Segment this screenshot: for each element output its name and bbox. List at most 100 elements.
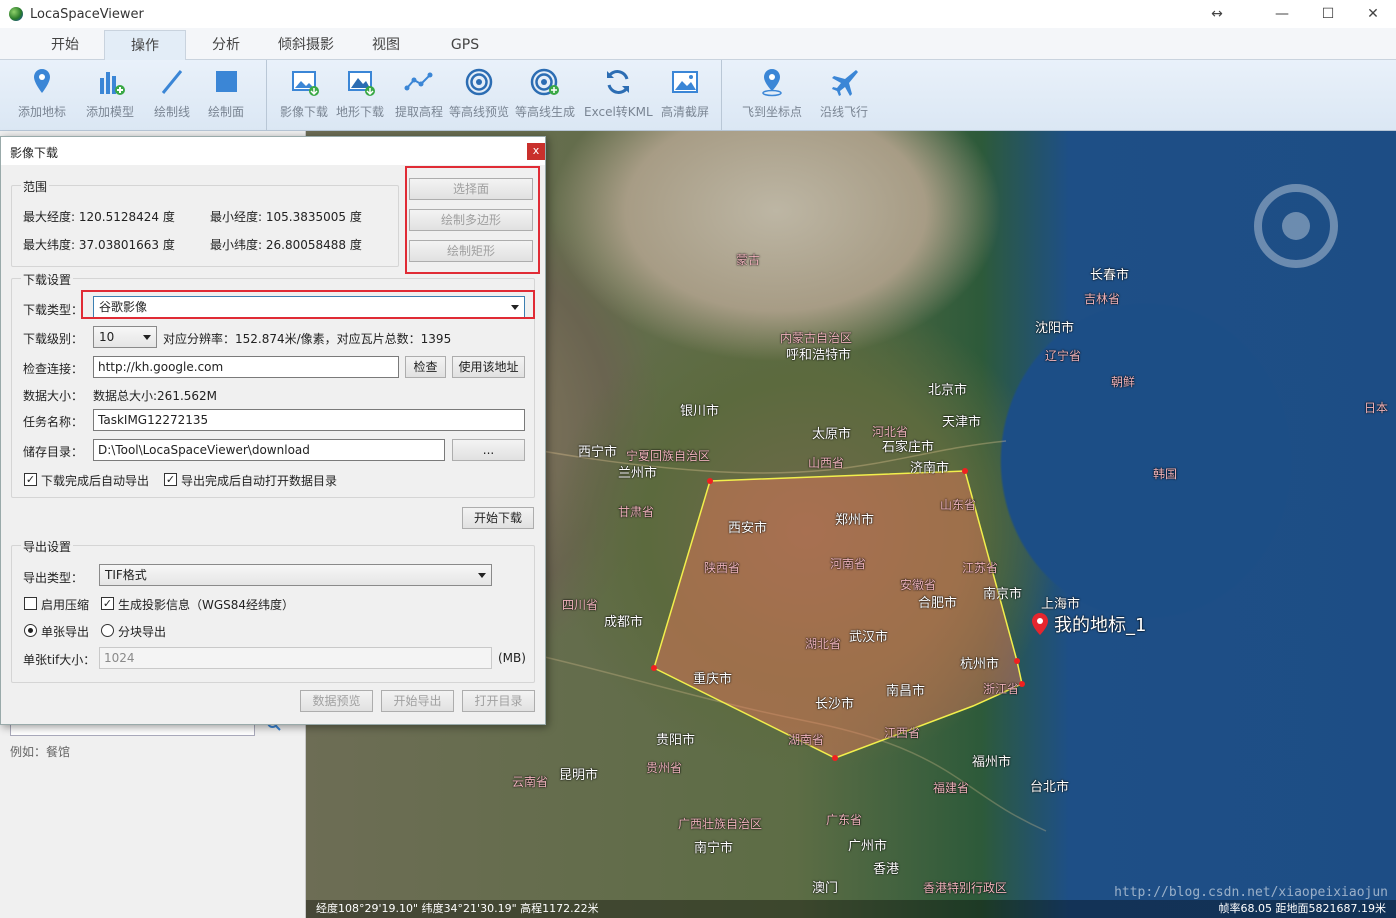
contour-preview-button[interactable]: 等高线预览	[449, 66, 509, 120]
map-city-label: 太原市	[812, 427, 852, 442]
map-province-label: 广西壮族自治区	[678, 817, 763, 831]
auto-open-checkbox[interactable]: ✓	[164, 473, 177, 486]
placemark-label[interactable]: 我的地标_1	[1054, 611, 1146, 637]
compress-checkbox[interactable]	[24, 597, 37, 610]
draw-polygon-button[interactable]: 绘制面	[208, 66, 244, 120]
min-longitude: 最小经度: 105.3835005 度	[210, 210, 362, 224]
map-city-label: 西宁市	[578, 445, 618, 460]
single-export-radio[interactable]	[24, 624, 37, 637]
terrain-download-button[interactable]: 地形下载	[336, 66, 384, 120]
dialog-title-bar: 影像下载 x	[1, 137, 545, 165]
map-city-label: 长春市	[1090, 268, 1130, 283]
map-province-label: 吉林省	[1084, 292, 1121, 306]
map-city-label: 银川市	[680, 404, 720, 419]
export-settings-legend: 导出设置	[21, 538, 74, 555]
ribbon-separator	[721, 60, 722, 130]
map-province-label: 云南省	[512, 775, 549, 789]
tif-size-field[interactable]: 1024	[99, 647, 492, 669]
map-province-label: 江西省	[884, 726, 921, 740]
check-button[interactable]: 检查	[405, 356, 446, 378]
tab-view[interactable]: 视图	[356, 30, 416, 60]
search-example-hint: 例如：餐馆	[10, 745, 71, 759]
ribbon-tabs: 开始 操作 分析 倾斜摄影 视图 GPS	[0, 28, 1396, 60]
extract-elevation-button[interactable]: 提取高程	[395, 66, 443, 120]
image-download-icon	[292, 71, 319, 96]
tab-gps[interactable]: GPS	[434, 30, 496, 60]
map-province-label: 朝鲜	[1111, 375, 1136, 389]
range-group	[11, 185, 399, 267]
hd-screenshot-button[interactable]: 高清截屏	[661, 66, 709, 120]
tiled-export-label: 分块导出	[118, 625, 167, 639]
map-province-label: 浙江省	[983, 682, 1020, 696]
tab-start[interactable]: 开始	[30, 30, 100, 60]
map-province-label: 贵州省	[646, 761, 683, 775]
refresh-icon	[607, 70, 630, 94]
browse-button[interactable]: ...	[452, 439, 525, 461]
maximize-button[interactable]: ☐	[1305, 0, 1351, 28]
hd-screenshot-label: 高清截屏	[661, 105, 710, 119]
open-directory-button[interactable]: 打开目录	[462, 690, 535, 712]
use-address-button[interactable]: 使用该地址	[452, 356, 525, 378]
map-status-bar: 经度108°29'19.10" 纬度34°21'30.19" 高程1172.22…	[306, 900, 1396, 918]
tab-oblique-photography[interactable]: 倾斜摄影	[266, 30, 346, 60]
server-url-field[interactable]: http://kh.google.com	[93, 356, 399, 378]
image-download-button[interactable]: 影像下载	[280, 66, 328, 120]
map-province-label: 陕西省	[704, 561, 741, 575]
map-city-label: 呼和浩特市	[786, 348, 852, 363]
map-city-label: 成都市	[604, 615, 644, 630]
start-download-button[interactable]: 开始下载	[462, 507, 534, 529]
map-province-label: 福建省	[933, 781, 970, 795]
map-province-label: 山西省	[808, 456, 845, 470]
fly-to-coordinate-button[interactable]: 飞到坐标点	[742, 66, 802, 120]
map-province-label: 湖南省	[788, 733, 825, 747]
contour-generate-label: 等高线生成	[515, 105, 576, 119]
map-city-label: 南京市	[983, 587, 1023, 602]
draw-line-button[interactable]: 绘制线	[154, 66, 190, 120]
map-city-label: 西安市	[728, 521, 768, 536]
max-latitude: 最大纬度: 37.03801663 度	[23, 238, 175, 252]
map-city-label: 台北市	[1030, 780, 1070, 795]
map-province-label: 安徽省	[900, 578, 937, 592]
image-download-dialog: 影像下载 x 范围 最大经度: 120.5128424 度 最小经度: 105.…	[0, 136, 546, 725]
resolution-info: 对应分辨率：152.874米/像素，对应瓦片总数：1395	[163, 332, 452, 346]
contour-generate-button[interactable]: 等高线生成	[515, 66, 575, 120]
storage-dir-field[interactable]: D:\Tool\LocaSpaceViewer\download	[93, 439, 445, 461]
map-city-label: 澳门	[812, 881, 839, 896]
map-province-label: 甘肃省	[618, 505, 655, 519]
map-placemark-icon[interactable]	[1032, 613, 1048, 635]
map-city-label: 天津市	[942, 415, 982, 430]
download-settings-legend: 下载设置	[21, 271, 74, 288]
dialog-close-button[interactable]: x	[527, 143, 545, 160]
fly-along-line-button[interactable]: 沿线飞行	[820, 66, 868, 120]
task-name-field[interactable]: TaskIMG12272135	[93, 409, 525, 431]
close-button[interactable]: ✕	[1350, 0, 1396, 28]
add-model-button[interactable]: 添加模型	[86, 66, 134, 120]
tab-analysis[interactable]: 分析	[194, 30, 258, 60]
tif-size-unit: (MB)	[498, 651, 526, 665]
map-province-label: 内蒙古自治区	[780, 331, 853, 345]
map-province-label: 韩国	[1153, 467, 1178, 481]
export-type-select[interactable]: TIF格式	[99, 564, 492, 586]
auto-export-checkbox[interactable]: ✓	[24, 473, 37, 486]
add-placemark-button[interactable]: 添加地标	[18, 66, 66, 120]
map-province-label: 山东省	[940, 498, 977, 512]
polygon-icon	[216, 71, 237, 92]
excel-to-kml-button[interactable]: Excel转KML	[584, 66, 653, 120]
data-preview-button[interactable]: 数据预览	[300, 690, 373, 712]
projection-checkbox[interactable]: ✓	[101, 597, 114, 610]
download-level-select[interactable]: 10	[93, 326, 157, 348]
map-province-label: 辽宁省	[1045, 349, 1082, 363]
start-export-button[interactable]: 开始导出	[381, 690, 454, 712]
map-city-label: 香港	[873, 862, 900, 877]
map-city-label: 上海市	[1041, 597, 1081, 612]
ribbon-separator	[266, 60, 267, 130]
app-logo-icon	[9, 7, 23, 21]
tab-operate[interactable]: 操作	[104, 30, 186, 60]
add-placemark-label: 添加地标	[18, 105, 67, 119]
map-city-label: 贵阳市	[656, 733, 696, 748]
resize-icon[interactable]: ↔	[1194, 0, 1240, 28]
auto-export-label: 下载完成后自动导出	[41, 474, 150, 488]
navigation-compass-icon[interactable]	[1254, 184, 1338, 268]
minimize-button[interactable]: —	[1259, 0, 1305, 28]
tiled-export-radio[interactable]	[101, 624, 114, 637]
